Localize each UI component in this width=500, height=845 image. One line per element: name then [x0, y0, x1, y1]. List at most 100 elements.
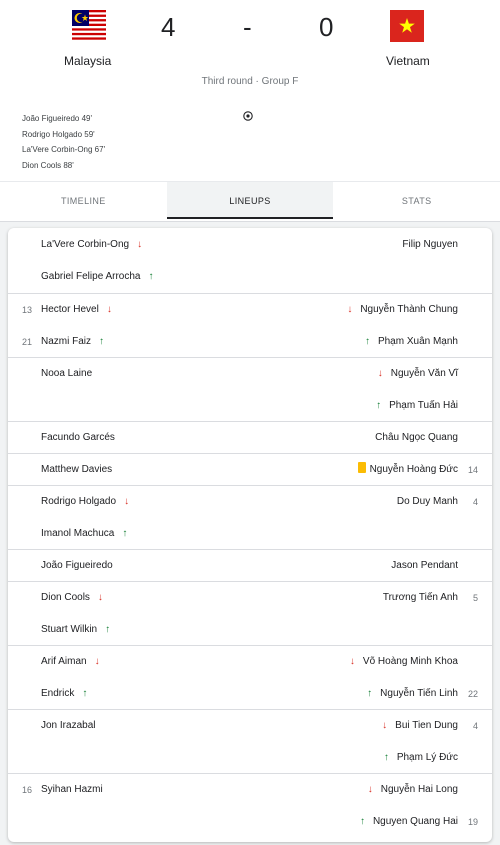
- away-player-name: Châu Ngọc Quang: [375, 432, 458, 443]
- lineup-row: João Figueiredo Jason Pendant: [8, 550, 492, 582]
- lineup-row: Gabriel Felipe Arrocha ↑: [8, 261, 492, 293]
- lineups-card: La'Vere Corbin-Ong ↓ Filip Nguyen Gabriel F…: [8, 228, 492, 842]
- home-player-name: Jon Irazabal: [41, 720, 96, 731]
- lineup-group: 16 Syihan Hazmi ↓ Nguyễn Hai Long ↑ Nguyen Qu…: [8, 773, 492, 838]
- home-player[interactable]: Endrick ↑: [41, 678, 87, 710]
- lineup-group: La'Vere Corbin-Ong ↓ Filip Nguyen Gabriel F…: [8, 229, 492, 293]
- lineup-row: Matthew Davies Nguyễn Hoàng Đức 14: [8, 454, 492, 486]
- arrow-up-icon: ↑: [364, 336, 370, 347]
- lineup-group: Jon Irazabal ↓ Bui Tien Dung 4 ↑ Phạm Lý Đức: [8, 709, 492, 774]
- home-player[interactable]: Imanol Machuca ↑: [41, 518, 127, 550]
- home-player-name: João Figueiredo: [41, 560, 113, 571]
- away-player[interactable]: ↑ Nguyen Quang Hai: [360, 806, 458, 838]
- away-player[interactable]: ↓ Nguyễn Văn Vĩ: [378, 358, 458, 390]
- away-player[interactable]: Châu Ngọc Quang: [375, 422, 458, 454]
- away-player-name: Nguyen Quang Hai: [372, 816, 458, 827]
- lineup-row: Stuart Wilkin ↑: [8, 614, 492, 646]
- tab-stats[interactable]: STATS: [333, 182, 500, 219]
- away-player-name: Nguyễn Hai Long: [380, 784, 458, 795]
- lineup-group: 13 Hector Hevel ↓ ↓ Nguyễn Thành Chung 21 Nazm…: [8, 293, 492, 358]
- home-player[interactable]: Stuart Wilkin ↑: [41, 614, 110, 646]
- scorer-item: Dion Cools 88': [22, 160, 74, 170]
- arrow-up-icon: ↑: [122, 528, 128, 539]
- lineup-group: Dion Cools ↓ Trương Tiến Anh 5 Stuart Wilkin…: [8, 581, 492, 646]
- home-player[interactable]: La'Vere Corbin-Ong ↓: [41, 229, 142, 261]
- away-player[interactable]: ↓ Bui Tien Dung: [382, 710, 458, 742]
- home-player-name: Facundo Garcés: [41, 432, 115, 443]
- home-player-name: Gabriel Felipe Arrocha: [41, 271, 141, 282]
- match-round-info: Third round · Group F: [201, 76, 299, 87]
- arrow-down-icon: ↓: [377, 368, 383, 379]
- away-team-name[interactable]: Vietnam: [386, 54, 430, 68]
- home-player-name: Rodrigo Holgado: [41, 496, 117, 507]
- home-team-name[interactable]: Malaysia: [64, 54, 111, 68]
- home-player[interactable]: Gabriel Felipe Arrocha ↑: [41, 261, 154, 293]
- home-player[interactable]: Dion Cools ↓: [41, 582, 103, 614]
- arrow-down-icon: ↓: [124, 496, 130, 507]
- home-player[interactable]: Matthew Davies: [41, 454, 112, 486]
- tab-lineups[interactable]: LINEUPS: [166, 182, 334, 219]
- home-player[interactable]: Syihan Hazmi: [41, 774, 103, 806]
- home-player-name: Hector Hevel: [41, 304, 99, 315]
- lineup-row: Arif Aiman ↓ ↓ Võ Hoàng Minh Khoa: [8, 646, 492, 678]
- yellow-card-icon: [357, 462, 366, 473]
- arrow-up-icon: ↑: [99, 336, 105, 347]
- away-player-name: Nguyễn Văn Vĩ: [390, 368, 458, 379]
- arrow-up-icon: ↑: [383, 752, 389, 763]
- away-player-number: 14: [467, 465, 478, 475]
- away-player[interactable]: Trương Tiến Anh: [383, 582, 458, 614]
- lineup-row: Facundo Garcés Châu Ngọc Quang: [8, 422, 492, 454]
- lineup-row: Nooa Laine ↓ Nguyễn Văn Vĩ: [8, 358, 492, 390]
- away-player[interactable]: ↓ Nguyễn Thành Chung: [347, 294, 458, 326]
- lineup-row: Jon Irazabal ↓ Bui Tien Dung 4: [8, 710, 492, 742]
- home-player[interactable]: João Figueiredo: [41, 550, 113, 582]
- home-player-name: La'Vere Corbin-Ong: [41, 239, 130, 250]
- away-player[interactable]: Filip Nguyen: [402, 229, 458, 261]
- arrow-down-icon: ↓: [382, 720, 388, 731]
- home-player-name: Syihan Hazmi: [41, 784, 103, 795]
- lineup-group: Matthew Davies Nguyễn Hoàng Đức 14: [8, 453, 492, 486]
- home-player[interactable]: Rodrigo Holgado ↓: [41, 486, 129, 518]
- home-player[interactable]: Arif Aiman ↓: [41, 646, 100, 678]
- away-player-name: Nguyễn Thành Chung: [360, 304, 458, 315]
- lineup-row: 13 Hector Hevel ↓ ↓ Nguyễn Thành Chung: [8, 294, 492, 326]
- away-player-name: Phạm Xuân Mạnh: [377, 336, 458, 347]
- away-player[interactable]: ↑ Phạm Tuấn Hải: [376, 390, 458, 422]
- home-player-name: Arif Aiman: [41, 656, 87, 667]
- away-player-name: Jason Pendant: [391, 560, 458, 571]
- home-player[interactable]: Nooa Laine: [41, 358, 92, 390]
- home-player[interactable]: Facundo Garcés: [41, 422, 115, 454]
- away-player-name: Do Duy Manh: [396, 496, 458, 507]
- home-player[interactable]: Hector Hevel ↓: [41, 294, 112, 326]
- away-player[interactable]: ↓ Võ Hoàng Minh Khoa: [350, 646, 458, 678]
- arrow-up-icon: ↑: [105, 624, 111, 635]
- away-score: 0: [319, 12, 334, 42]
- arrow-down-icon: ↓: [97, 592, 103, 603]
- arrow-down-icon: ↓: [347, 304, 353, 315]
- home-player-number: 13: [22, 305, 33, 315]
- home-player[interactable]: Nazmi Faiz ↑: [41, 326, 104, 358]
- away-player-name: Filip Nguyen: [402, 239, 458, 250]
- home-player-number: 21: [22, 337, 33, 347]
- lineup-group: Facundo Garcés Châu Ngọc Quang: [8, 421, 492, 454]
- home-player[interactable]: Jon Irazabal: [41, 710, 95, 742]
- tab-timeline[interactable]: TIMELINE: [0, 182, 167, 219]
- away-player[interactable]: ↑ Phạm Xuân Mạnh: [365, 326, 458, 358]
- arrow-down-icon: ↓: [367, 784, 373, 795]
- home-score: 4: [161, 12, 176, 42]
- away-player-name: Phạm Tuấn Hải: [389, 400, 458, 411]
- away-player[interactable]: Nguyễn Hoàng Đức: [357, 454, 458, 486]
- arrow-down-icon: ↓: [94, 656, 100, 667]
- malaysia-flag-icon: [72, 10, 106, 42]
- away-player[interactable]: ↑ Nguyễn Tiến Linh: [367, 678, 458, 710]
- away-player[interactable]: ↑ Phạm Lý Đức: [384, 742, 458, 774]
- home-player-name: Dion Cools: [41, 592, 90, 603]
- away-player[interactable]: Do Duy Manh: [397, 486, 458, 518]
- arrow-down-icon: ↓: [349, 656, 355, 667]
- away-player-name: Võ Hoàng Minh Khoa: [362, 656, 458, 667]
- lineup-group: Arif Aiman ↓ ↓ Võ Hoàng Minh Khoa Endrick ↑ ↑ N…: [8, 645, 492, 710]
- away-player-name: Phạm Lý Đức: [396, 752, 458, 763]
- away-player[interactable]: Jason Pendant: [391, 550, 458, 582]
- scorer-item: La'Vere Corbin-Ong 67': [22, 145, 106, 154]
- away-player[interactable]: ↓ Nguyễn Hai Long: [368, 774, 458, 806]
